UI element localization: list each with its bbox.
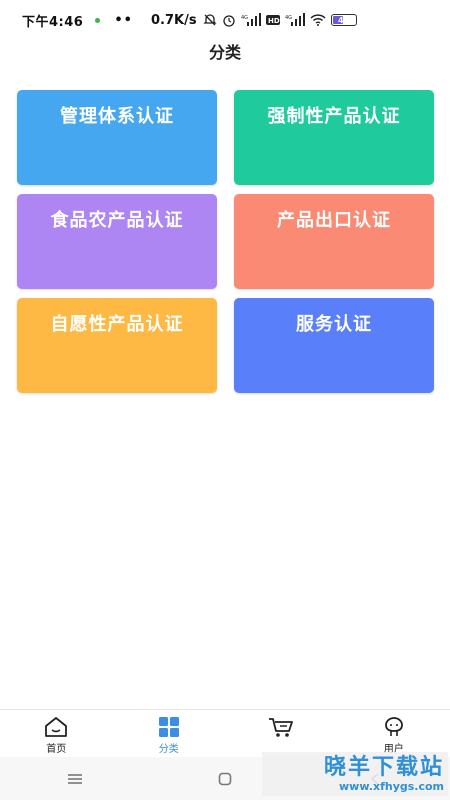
category-card-label: 强制性产品认证: [267, 106, 401, 127]
category-card-label: 自愿性产品认证: [50, 314, 184, 335]
menu-icon: [68, 773, 82, 784]
battery-level: 47: [337, 15, 350, 25]
nav-home-button[interactable]: [205, 769, 245, 789]
alarm-icon: [222, 15, 235, 27]
grid-icon: [158, 717, 179, 737]
svg-text:4G: 4G: [285, 15, 292, 21]
tab-cart[interactable]: [225, 710, 338, 757]
tab-category[interactable]: 分类: [113, 710, 226, 757]
watermark-url: www.xfhygs.com: [339, 779, 444, 793]
battery-icon: 47: [330, 14, 357, 26]
tab-category-label: 分类: [158, 744, 179, 755]
watermark-title: 晓羊下载站: [323, 754, 444, 780]
cart-icon: [269, 718, 294, 737]
category-card-label: 管理体系认证: [60, 106, 174, 127]
page-title: 分类: [208, 43, 241, 62]
category-card[interactable]: 强制性产品认证: [234, 90, 434, 185]
status-time: 下午4:46: [22, 14, 84, 30]
category-grid: 管理体系认证 强制性产品认证食品农产品认证 产品出口认证自愿性产品认证 服务认证: [17, 90, 435, 393]
mute-icon: [202, 14, 217, 26]
notification-dot-icon: [95, 17, 101, 23]
nav-menu-button[interactable]: [55, 769, 95, 789]
category-card-label: 食品农产品认证: [50, 210, 184, 231]
status-icons: 4G HD 4G 47: [202, 13, 357, 27]
category-card-label: 服务认证: [296, 314, 372, 335]
wifi-icon: [310, 14, 326, 26]
tab-home[interactable]: 首页: [0, 710, 113, 757]
category-card[interactable]: 自愿性产品认证: [17, 298, 217, 393]
watermark: 晓羊下载站 www.xfhygs.com: [262, 752, 448, 796]
more-notifications-icon: ••: [114, 12, 133, 28]
signal-4g-secondary-icon: 4G: [285, 13, 305, 26]
user-icon: [384, 717, 403, 736]
svg-text:HD: HD: [268, 17, 280, 25]
status-bar: 下午4:46 •• 0.7K/s 4G HD 4G 47: [0, 0, 450, 40]
signal-4g-icon: 4G: [241, 13, 261, 26]
category-card-label: 产品出口认证: [277, 210, 391, 231]
square-icon: [218, 772, 232, 785]
category-card[interactable]: 食品农产品认证: [17, 194, 217, 289]
category-card[interactable]: 服务认证: [234, 298, 434, 393]
svg-text:4G: 4G: [241, 15, 248, 21]
tab-home-label: 首页: [46, 744, 67, 755]
home-icon: [45, 717, 68, 737]
hd-icon: HD: [265, 15, 280, 25]
category-card[interactable]: 管理体系认证: [17, 90, 217, 185]
tab-user[interactable]: 用户: [338, 710, 450, 757]
network-speed: 0.7K/s: [150, 12, 197, 28]
bottom-tab-bar: 首页 分类 用户: [0, 709, 450, 757]
category-card[interactable]: 产品出口认证: [234, 194, 434, 289]
